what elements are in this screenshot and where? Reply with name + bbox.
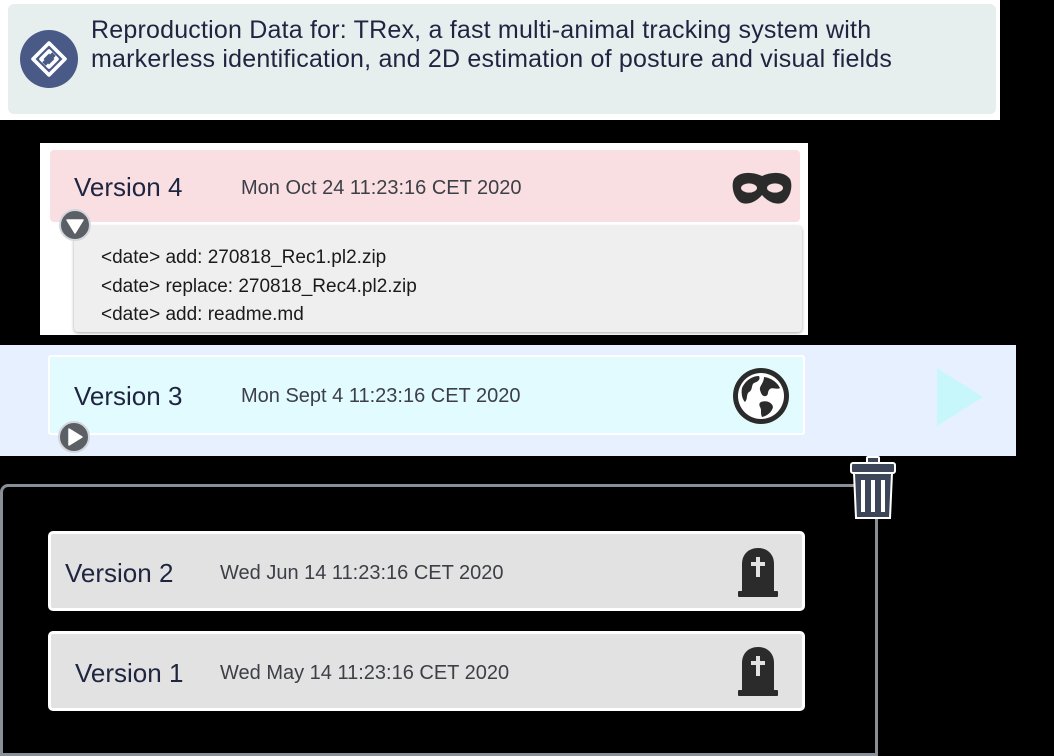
archived-versions-area: [0, 484, 878, 756]
version-label: Version 3: [74, 381, 183, 411]
collapse-toggle-button[interactable]: [59, 209, 91, 241]
version-date: Wed May 14 11:23:16 CET 2020: [220, 662, 510, 684]
globe-icon[interactable]: [731, 366, 791, 426]
diamond-link-logo-icon: [20, 30, 78, 88]
version-date: Mon Sept 4 11:23:16 CET 2020: [241, 385, 521, 407]
triangle-right-icon: [68, 428, 83, 446]
dataset-title: Reproduction Data for: TRex, a fast mult…: [91, 16, 893, 73]
tombstone-icon: [737, 546, 779, 598]
version-label: Version 1: [75, 658, 184, 688]
tombstone-icon: [737, 645, 779, 697]
version-label: Version 4: [74, 172, 183, 202]
change-item: <date> add: readme.md: [101, 304, 304, 325]
change-item: <date> add: 270818_Rec1.pl2.zip: [101, 247, 387, 268]
trash-icon[interactable]: [849, 455, 897, 521]
changes-list: <date> add: 270818_Rec1.pl2.zip <date> r…: [74, 226, 802, 332]
triangle-down-icon: [66, 219, 84, 234]
incognito-mask-icon[interactable]: [731, 169, 793, 207]
version-label: Version 2: [65, 558, 174, 588]
change-item: <date> replace: 270818_Rec4.pl2.zip: [101, 275, 417, 297]
play-arrow-icon[interactable]: [935, 366, 985, 428]
expand-toggle-button[interactable]: [58, 421, 90, 453]
version-date: Mon Oct 24 11:23:16 CET 2020: [241, 177, 522, 199]
version-date: Wed Jun 14 11:23:16 CET 2020: [220, 562, 504, 584]
